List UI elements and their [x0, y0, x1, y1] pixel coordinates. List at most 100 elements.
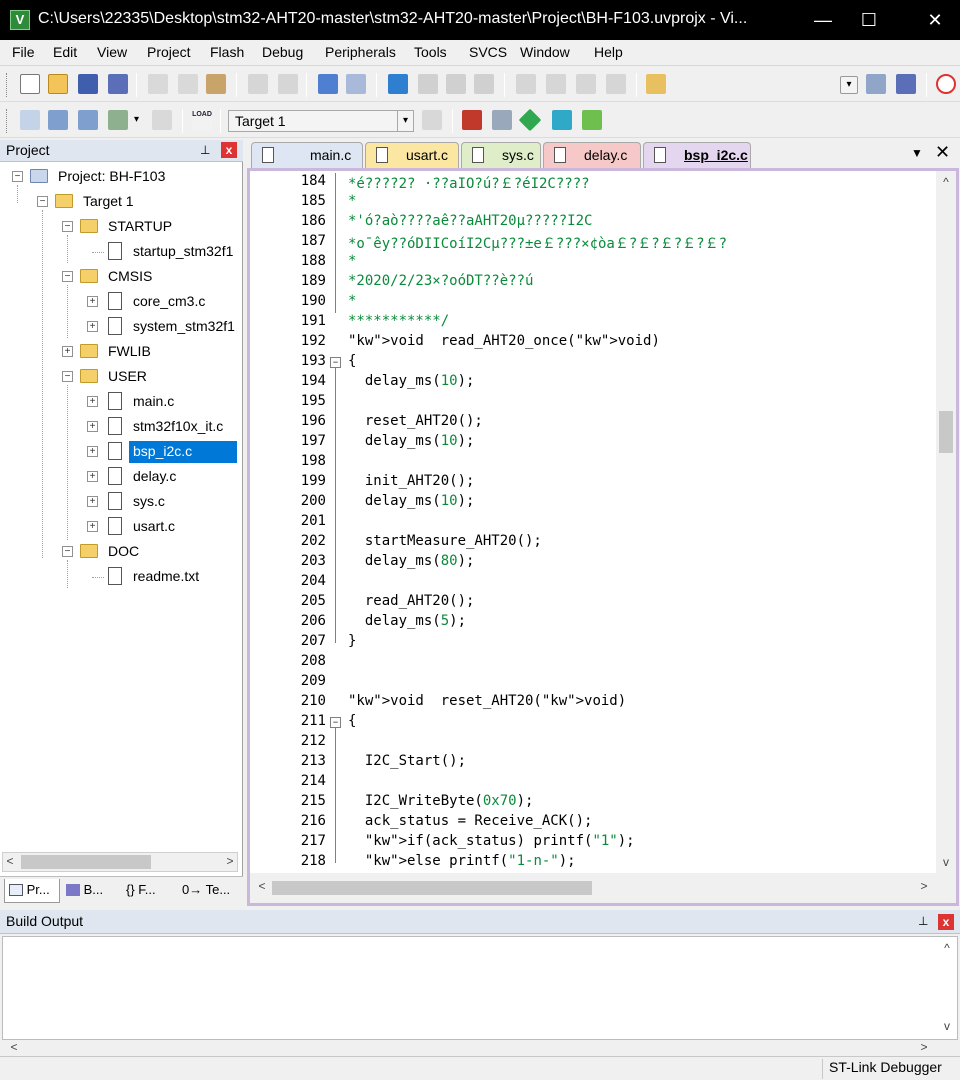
tree-file[interactable]: + core_cm3.c [0, 290, 243, 314]
menu-flash[interactable]: Flash [210, 44, 244, 60]
collapse-icon[interactable]: − [62, 271, 73, 282]
fold-collapse-icon[interactable]: − [330, 357, 341, 368]
tree-file[interactable]: startup_stm32f1 [0, 240, 243, 264]
incremental-find-icon[interactable] [896, 74, 916, 94]
find-dropdown-icon[interactable]: ▾ [840, 76, 858, 94]
tab-sys-c[interactable]: sys.c [461, 142, 541, 168]
file-extensions-icon[interactable] [492, 110, 512, 130]
scroll-down-icon[interactable]: v [937, 1019, 957, 1037]
collapse-icon[interactable]: − [62, 221, 73, 232]
tree-file-selected[interactable]: + bsp_i2c.c [0, 440, 243, 464]
uncomment-icon[interactable] [606, 74, 626, 94]
build-output-text[interactable]: ^ v [2, 936, 958, 1040]
tree-file[interactable]: + sys.c [0, 490, 243, 514]
scroll-up-icon[interactable]: ^ [937, 941, 957, 959]
scroll-left-icon[interactable]: < [252, 879, 272, 897]
fold-collapse-icon[interactable]: − [330, 717, 341, 728]
tab-main-c[interactable]: main.c [251, 142, 363, 168]
tab-templates[interactable]: 0→ Te... [178, 879, 240, 903]
manage-project-items-icon[interactable] [462, 110, 482, 130]
tree-file[interactable]: + delay.c [0, 465, 243, 489]
build-icon[interactable] [48, 110, 68, 130]
tree-group-cmsis[interactable]: − CMSIS [0, 265, 243, 289]
collapse-icon[interactable]: − [12, 171, 23, 182]
debug-session-icon[interactable] [936, 74, 956, 94]
copy-icon[interactable] [178, 74, 198, 94]
paste-icon[interactable] [206, 74, 226, 94]
code-editor[interactable]: 184 185 186 187 188 189 190 191 192 193 194 195 196 1… [247, 168, 959, 906]
scroll-down-icon[interactable]: v [936, 855, 956, 873]
comment-icon[interactable] [576, 74, 596, 94]
close-button[interactable]: ✕ [912, 0, 958, 40]
tree-file[interactable]: + usart.c [0, 515, 243, 539]
expand-icon[interactable]: + [87, 446, 98, 457]
tree-file[interactable]: + main.c [0, 390, 243, 414]
tab-delay-c[interactable]: delay.c [543, 142, 641, 168]
expand-icon[interactable]: + [87, 471, 98, 482]
close-icon[interactable]: x [938, 914, 954, 930]
rebuild-icon[interactable] [78, 110, 98, 130]
menu-debug[interactable]: Debug [262, 44, 303, 60]
bookmark-icon[interactable] [388, 74, 408, 94]
target-select[interactable]: Target 1 ▾ [228, 110, 414, 132]
collapse-icon[interactable]: − [37, 196, 48, 207]
select-packs-icon[interactable] [552, 110, 572, 130]
tree-file[interactable]: + stm32f10x_it.c [0, 415, 243, 439]
stop-build-icon[interactable] [152, 110, 172, 130]
save-icon[interactable] [78, 74, 98, 94]
tree-horizontal-scrollbar[interactable]: < > [2, 852, 238, 872]
pin-icon[interactable]: ⊥ [918, 914, 928, 928]
prev-bookmark-icon[interactable] [418, 74, 438, 94]
new-file-icon[interactable] [20, 74, 40, 94]
collapse-icon[interactable]: − [62, 371, 73, 382]
indent-icon[interactable] [516, 74, 536, 94]
pin-icon[interactable]: ⊥ [200, 143, 210, 157]
toolbar-grip[interactable] [6, 109, 9, 133]
unindent-icon[interactable] [546, 74, 566, 94]
navigate-forward-icon[interactable] [346, 74, 366, 94]
expand-icon[interactable]: + [87, 396, 98, 407]
batch-dropdown-icon[interactable]: ▾ [134, 112, 144, 128]
tree-group-doc[interactable]: − DOC [0, 540, 243, 564]
menu-view[interactable]: View [97, 44, 127, 60]
expand-icon[interactable]: + [87, 496, 98, 507]
load-icon[interactable]: LOAD [192, 110, 212, 130]
menu-svcs[interactable]: SVCS [469, 44, 507, 60]
scroll-left-icon[interactable]: < [3, 854, 17, 872]
menu-peripherals[interactable]: Peripherals [325, 44, 396, 60]
expand-icon[interactable]: + [87, 421, 98, 432]
scroll-thumb[interactable] [21, 855, 151, 869]
navigate-back-icon[interactable] [318, 74, 338, 94]
tree-file[interactable]: readme.txt [0, 565, 243, 589]
expand-icon[interactable]: + [87, 521, 98, 532]
menu-help[interactable]: Help [594, 44, 623, 60]
tab-list-dropdown-icon[interactable]: ▼ [911, 146, 923, 160]
menu-window[interactable]: Window [520, 44, 570, 60]
tab-books[interactable]: B... [62, 879, 118, 903]
tab-project[interactable]: Pr... [4, 879, 60, 903]
search-icon[interactable] [866, 74, 886, 94]
undo-icon[interactable] [248, 74, 268, 94]
expand-icon[interactable]: + [87, 296, 98, 307]
clear-bookmarks-icon[interactable] [474, 74, 494, 94]
save-all-icon[interactable] [108, 74, 128, 94]
cut-icon[interactable] [148, 74, 168, 94]
pack-installer-icon[interactable] [518, 108, 542, 132]
manage-rte-icon[interactable] [582, 110, 602, 130]
tree-group-startup[interactable]: − STARTUP [0, 215, 243, 239]
collapse-icon[interactable]: − [62, 546, 73, 557]
scroll-right-icon[interactable]: > [223, 854, 237, 872]
toolbar-grip[interactable] [6, 73, 9, 97]
tab-usart-c[interactable]: usart.c [365, 142, 459, 168]
tree-file[interactable]: + system_stm32f1 [0, 315, 243, 339]
close-tab-icon[interactable]: ✕ [935, 142, 950, 163]
menu-project[interactable]: Project [147, 44, 191, 60]
code-vertical-scrollbar[interactable]: ^ v [936, 171, 956, 873]
tab-bsp-i2c-c[interactable]: bsp_i2c.c [643, 142, 751, 168]
target-options-icon[interactable] [422, 110, 442, 130]
maximize-button[interactable]: ☐ [846, 0, 892, 40]
tree-group-user[interactable]: − USER [0, 365, 243, 389]
tree-target[interactable]: − Target 1 [0, 190, 243, 214]
code-horizontal-scrollbar[interactable]: < > [250, 873, 956, 903]
scroll-thumb[interactable] [939, 411, 953, 453]
